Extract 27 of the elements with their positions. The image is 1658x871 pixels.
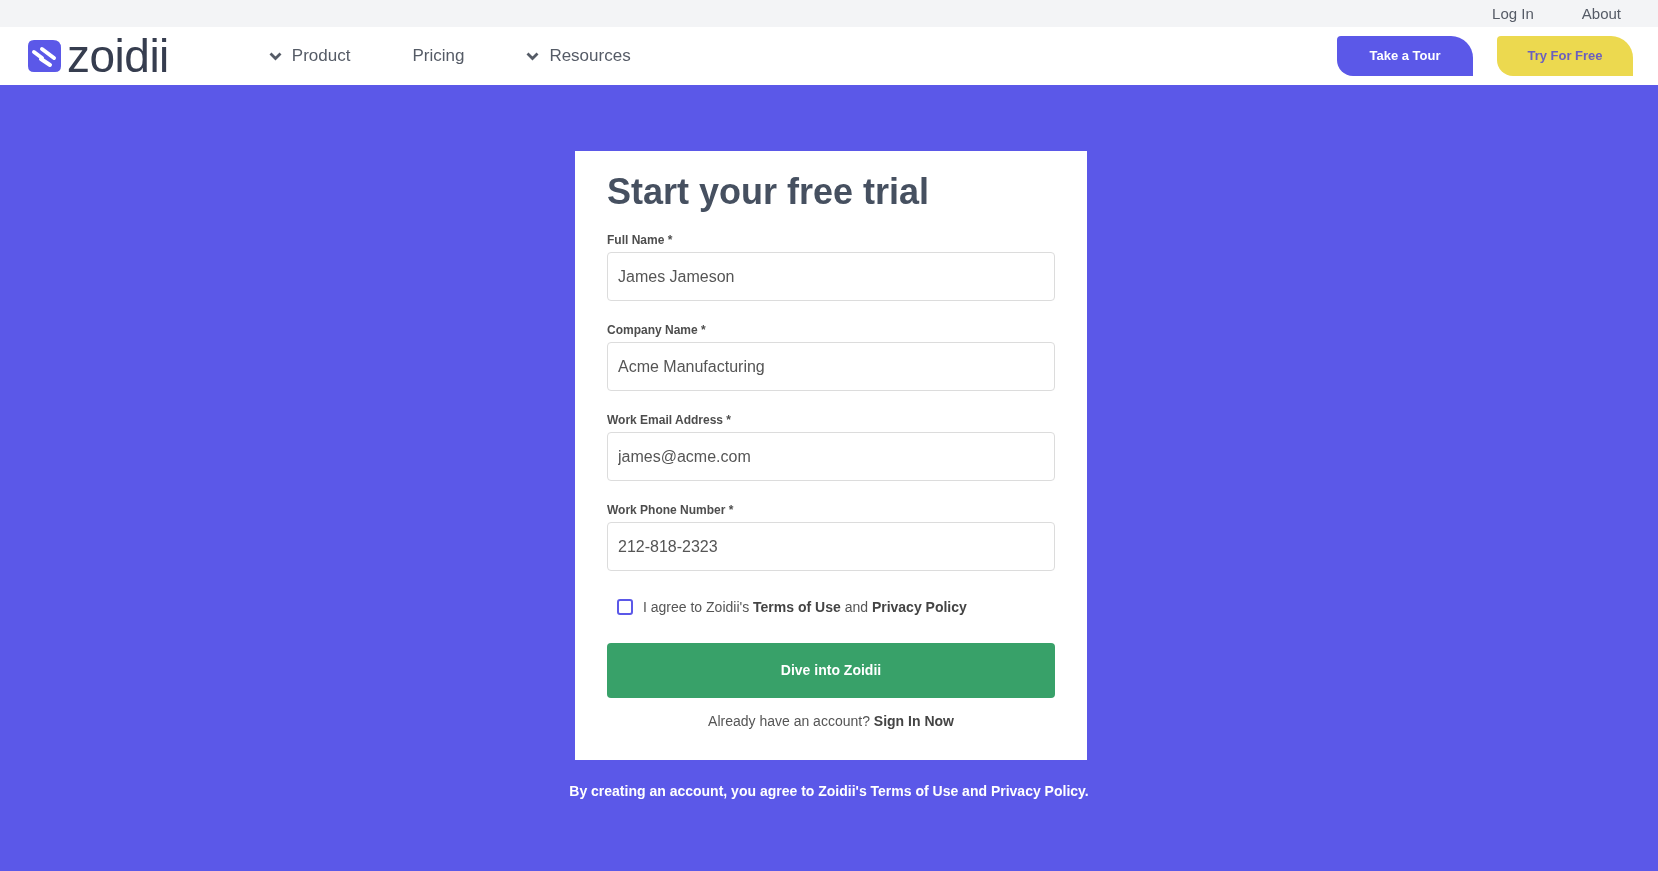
top-link[interactable]: Log In xyxy=(1492,3,1534,24)
agreement-text: I agree to Zoidii's Terms of Use and Privacy Policy xyxy=(643,598,967,617)
nav-link[interactable]: Pricing xyxy=(412,43,465,69)
field-label: Work Email Address * xyxy=(607,412,732,428)
text-field[interactable]: james@acme.com xyxy=(607,432,1055,481)
text-field[interactable]: James Jameson xyxy=(607,252,1055,301)
text-field[interactable]: 212-818-2323 xyxy=(607,522,1055,571)
form-title: Start your free trial xyxy=(607,170,930,214)
logo-text[interactable]: zoidii xyxy=(67,32,169,80)
agreement-link[interactable]: Privacy Policy xyxy=(871,599,967,615)
field-label: Company Name * xyxy=(607,322,706,338)
header-button[interactable]: Take a Tour xyxy=(1337,36,1473,76)
chevron-down-icon xyxy=(526,51,540,61)
agreement-link[interactable]: Terms of Use xyxy=(753,599,841,615)
field-label: Full Name * xyxy=(607,232,673,248)
nav-link[interactable]: Product xyxy=(268,43,351,69)
chevron-down-icon xyxy=(268,51,282,61)
logo-icon[interactable] xyxy=(28,40,61,72)
header-button[interactable]: Try For Free xyxy=(1497,36,1633,76)
footer-note: By creating an account, you agree to Zoidii's Terms of Use and Privacy Policy. xyxy=(569,782,1089,801)
field-label: Work Phone Number * xyxy=(607,502,734,518)
sign-in-link[interactable]: Sign In Now xyxy=(873,713,954,729)
signin-prompt: Already have an account? Sign In Now xyxy=(708,712,954,731)
top-link[interactable]: About xyxy=(1581,3,1621,24)
text-field[interactable]: Acme Manufacturing xyxy=(607,342,1055,391)
nav-link[interactable]: Resources xyxy=(526,43,631,69)
agreement-checkbox[interactable] xyxy=(617,599,633,615)
